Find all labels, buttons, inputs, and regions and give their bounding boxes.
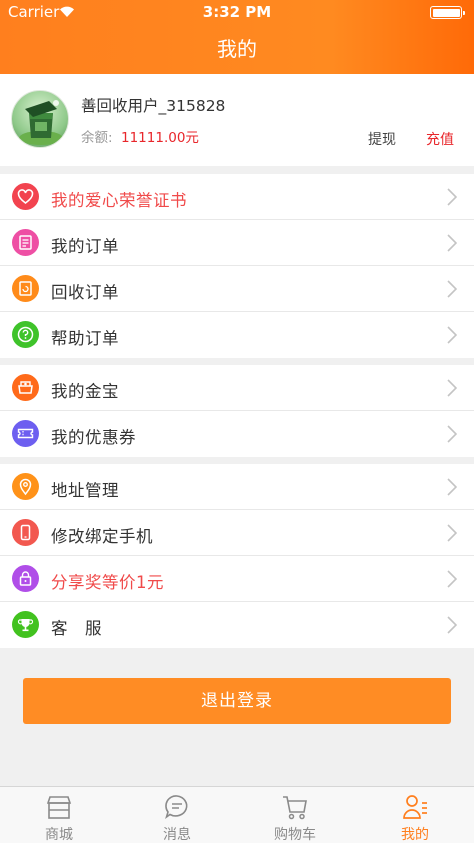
chevron-right-icon [447, 524, 457, 542]
recycle-bin-avatar-icon [19, 100, 63, 145]
help-icon [12, 321, 39, 348]
trophy-icon [12, 611, 39, 638]
profile-icon [403, 795, 427, 819]
balance-value: 11111.00元 [121, 130, 199, 146]
chevron-right-icon [447, 570, 457, 588]
menu-item-label: 修改绑定手机 [51, 527, 153, 546]
menu-item-customer-service[interactable]: 客 服 [0, 602, 474, 648]
menu-item-coupons[interactable]: 我的优惠券 [0, 411, 474, 457]
clipboard-icon [12, 229, 39, 256]
menu-group-assets: 我的金宝 我的优惠券 [0, 365, 474, 457]
menu-item-label: 我的优惠券 [51, 428, 136, 447]
phone-icon [12, 519, 39, 546]
tab-label: 购物车 [274, 827, 316, 843]
menu-item-label: 分享奖等价1元 [51, 573, 164, 592]
chevron-right-icon [447, 478, 457, 496]
tab-cart[interactable]: 购物车 [236, 787, 354, 843]
battery-icon [430, 6, 465, 19]
profile-card: 善回收用户_315828 余额: 11111.00元 提现 充值 [0, 74, 474, 166]
shop-icon [46, 796, 72, 819]
status-bar: Carrier 3:32 PM [0, 0, 474, 24]
menu-item-honor-certificate[interactable]: 我的爱心荣誉证书 [0, 174, 474, 220]
menu-item-share-reward[interactable]: 分享奖等价1元 [0, 556, 474, 602]
recharge-button[interactable]: 充值 [426, 129, 454, 149]
chevron-right-icon [447, 280, 457, 298]
chevron-right-icon [447, 188, 457, 206]
message-icon [165, 795, 188, 820]
treasure-icon [12, 374, 39, 401]
logout-button[interactable]: 退出登录 [23, 678, 451, 724]
menu-item-label: 回收订单 [51, 283, 119, 302]
menu-item-address[interactable]: 地址管理 [0, 464, 474, 510]
menu-item-change-phone[interactable]: 修改绑定手机 [0, 510, 474, 556]
menu-group-orders: 我的爱心荣誉证书 我的订单 回收订单 帮助订单 [0, 174, 474, 358]
username: 善回收用户_315828 [81, 97, 226, 115]
cart-icon [283, 796, 307, 820]
menu-group-settings: 地址管理 修改绑定手机 分享奖等价1元 客 服 [0, 464, 474, 648]
header-bar: Carrier 3:32 PM 我的 [0, 0, 474, 74]
chevron-right-icon [447, 425, 457, 443]
tab-label: 商城 [45, 827, 73, 843]
heart-icon [12, 183, 39, 210]
page-title: 我的 [217, 37, 257, 61]
chevron-right-icon [447, 379, 457, 397]
menu-item-label: 地址管理 [51, 481, 119, 500]
balance-label: 余额: [81, 130, 113, 146]
tab-messages[interactable]: 消息 [118, 787, 236, 843]
menu-item-label: 我的金宝 [51, 382, 119, 401]
menu-item-my-orders[interactable]: 我的订单 [0, 220, 474, 266]
menu-item-treasure[interactable]: 我的金宝 [0, 365, 474, 411]
menu-item-label: 帮助订单 [51, 329, 119, 348]
menu-item-label: 我的爱心荣誉证书 [51, 191, 187, 210]
tab-label: 消息 [163, 827, 191, 843]
menu-item-label: 客 服 [51, 619, 102, 638]
tab-profile[interactable]: 我的 [356, 787, 474, 843]
chevron-right-icon [447, 326, 457, 344]
tab-bar: 商城 消息 购物车 我的 [0, 786, 474, 843]
tab-label: 我的 [401, 827, 429, 843]
lock-gift-icon [12, 565, 39, 592]
status-time: 3:32 PM [202, 3, 272, 21]
recycle-doc-icon [12, 275, 39, 302]
withdraw-button[interactable]: 提现 [368, 129, 396, 149]
chevron-right-icon [447, 616, 457, 634]
chevron-right-icon [447, 234, 457, 252]
ticket-icon [12, 420, 39, 447]
menu-item-recycle-orders[interactable]: 回收订单 [0, 266, 474, 312]
tab-mall[interactable]: 商城 [0, 787, 118, 843]
menu-item-label: 我的订单 [51, 237, 119, 256]
avatar[interactable] [11, 90, 69, 148]
location-icon [12, 473, 39, 500]
menu-item-help-orders[interactable]: 帮助订单 [0, 312, 474, 358]
